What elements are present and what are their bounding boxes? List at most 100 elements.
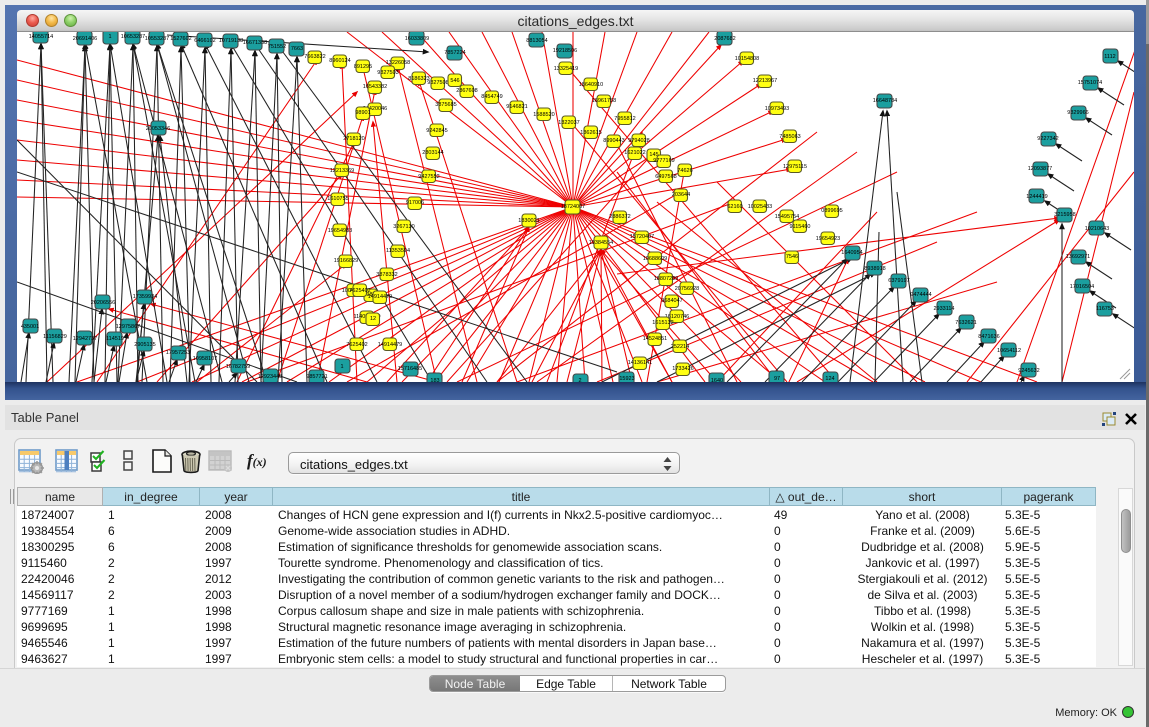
svg-text:7857224: 7857224 <box>444 50 465 56</box>
svg-text:14914479: 14914479 <box>378 342 402 348</box>
svg-text:15716485: 15716485 <box>398 366 422 372</box>
svg-text:62160: 62160 <box>727 204 742 210</box>
svg-text:2933114: 2933114 <box>933 306 954 312</box>
svg-text:6497568: 6497568 <box>655 174 676 180</box>
svg-text:1733426: 1733426 <box>672 366 693 372</box>
svg-text:19166829: 19166829 <box>334 258 358 264</box>
svg-text:17016504: 17016504 <box>1070 284 1094 290</box>
svg-text:1322037: 1322037 <box>558 120 579 126</box>
svg-text:10973493: 10973493 <box>765 106 789 112</box>
svg-text:20206556: 20206556 <box>91 300 115 306</box>
svg-text:2803144: 2803144 <box>422 150 443 156</box>
svg-text:3215958: 3215958 <box>1054 212 1075 218</box>
svg-text:9329966: 9329966 <box>1067 110 1088 116</box>
svg-text:12213369: 12213369 <box>330 168 354 174</box>
svg-text:751552: 751552 <box>268 44 286 50</box>
svg-text:15751074: 15751074 <box>1078 80 1102 86</box>
svg-text:1588520: 1588520 <box>533 112 554 118</box>
svg-text:8454749: 8454749 <box>481 94 502 100</box>
svg-text:9857721: 9857721 <box>306 374 327 380</box>
svg-text:2087682: 2087682 <box>714 36 735 42</box>
svg-text:2: 2 <box>578 378 581 382</box>
svg-text:14914479: 14914479 <box>368 294 392 300</box>
svg-text:12213967: 12213967 <box>753 78 777 84</box>
svg-text:16671358: 16671358 <box>243 40 267 46</box>
svg-text:12975115: 12975115 <box>783 164 807 170</box>
svg-text:2718120: 2718120 <box>343 136 364 142</box>
svg-text:7632621: 7632621 <box>955 320 976 326</box>
svg-text:1640954: 1640954 <box>841 250 862 256</box>
svg-text:8960124: 8960124 <box>329 58 350 64</box>
svg-text:917006: 917006 <box>406 200 424 206</box>
svg-text:12: 12 <box>370 316 376 322</box>
svg-text:203644: 203644 <box>672 192 690 198</box>
svg-text:12923448: 12923448 <box>258 374 282 380</box>
svg-text:14524851: 14524851 <box>643 336 667 342</box>
svg-text:19384554: 19384554 <box>589 240 613 246</box>
svg-text:10654112: 10654112 <box>997 348 1021 354</box>
svg-text:7663822: 7663822 <box>304 54 325 60</box>
svg-text:1621022: 1621022 <box>624 150 645 156</box>
svg-text:6466102: 6466102 <box>194 38 215 44</box>
svg-text:9684047: 9684047 <box>661 298 682 304</box>
svg-text:1112: 1112 <box>1104 54 1115 60</box>
svg-text:15923: 15923 <box>619 376 634 382</box>
svg-text:9474444: 9474444 <box>910 292 931 298</box>
svg-text:16782759: 16782759 <box>226 364 250 370</box>
svg-text:20053346: 20053346 <box>146 126 170 132</box>
svg-text:18640910: 18640910 <box>579 82 603 88</box>
svg-text:6379197: 6379197 <box>888 278 909 284</box>
svg-text:9146821: 9146821 <box>506 104 527 110</box>
svg-text:8813054: 8813054 <box>526 38 547 44</box>
svg-text:7663: 7663 <box>291 46 303 52</box>
svg-text:17957253: 17957253 <box>166 350 190 356</box>
svg-text:9777169: 9777169 <box>653 158 674 164</box>
svg-text:10154808: 10154808 <box>735 56 759 62</box>
svg-text:8990443: 8990443 <box>603 138 624 144</box>
svg-text:7625402: 7625402 <box>346 342 367 348</box>
svg-text:1: 1 <box>108 34 111 40</box>
svg-text:1830021: 1830021 <box>518 218 539 224</box>
svg-text:74626: 74626 <box>677 168 692 174</box>
svg-text:183: 183 <box>430 378 439 382</box>
svg-text:19654983: 19654983 <box>328 228 352 234</box>
svg-text:891295: 891295 <box>354 64 372 70</box>
svg-text:1527602: 1527602 <box>170 36 191 42</box>
svg-text:98901: 98901 <box>355 110 370 116</box>
svg-text:114519: 114519 <box>106 336 124 342</box>
svg-text:9245632: 9245632 <box>1018 368 1039 374</box>
svg-text:0899695: 0899695 <box>821 208 842 214</box>
svg-text:10653287: 10653287 <box>121 34 145 40</box>
svg-text:9242845: 9242845 <box>426 128 447 134</box>
svg-text:16961758: 16961758 <box>592 98 616 104</box>
svg-text:2867608: 2867608 <box>456 88 477 94</box>
svg-text:15495754: 15495754 <box>775 214 799 220</box>
svg-text:15720407: 15720407 <box>630 234 654 240</box>
svg-text:1610755: 1610755 <box>327 196 348 202</box>
svg-text:18724007: 18724007 <box>561 204 585 210</box>
svg-text:116753: 116753 <box>1096 306 1114 312</box>
svg-text:11353594: 11353594 <box>386 248 410 254</box>
svg-text:16543382: 16543382 <box>363 84 387 90</box>
svg-text:546: 546 <box>450 78 459 84</box>
svg-text:1244419: 1244419 <box>1026 194 1047 200</box>
svg-text:14055714: 14055714 <box>29 34 53 40</box>
svg-text:3267130: 3267130 <box>393 224 414 230</box>
svg-text:20756928: 20756928 <box>675 286 699 292</box>
svg-text:7955812: 7955812 <box>614 116 635 122</box>
svg-text:19218506: 19218506 <box>553 48 577 54</box>
svg-text:1615132: 1615132 <box>652 320 673 326</box>
svg-text:13226058: 13226058 <box>386 60 410 66</box>
svg-text:3878332: 3878332 <box>376 272 397 278</box>
svg-text:8471636: 8471636 <box>978 334 999 340</box>
svg-text:9427552: 9427552 <box>418 174 439 180</box>
svg-text:124: 124 <box>825 376 834 382</box>
svg-text:16033809: 16033809 <box>405 36 429 42</box>
svg-text:10553287: 10553287 <box>145 36 169 42</box>
svg-text:19654923: 19654923 <box>816 236 840 242</box>
svg-text:12975867: 12975867 <box>116 324 140 330</box>
svg-text:97: 97 <box>774 376 780 382</box>
svg-text:9794028: 9794028 <box>628 138 649 144</box>
svg-text:435001: 435001 <box>21 324 39 330</box>
svg-text:10719138: 10719138 <box>219 38 243 44</box>
